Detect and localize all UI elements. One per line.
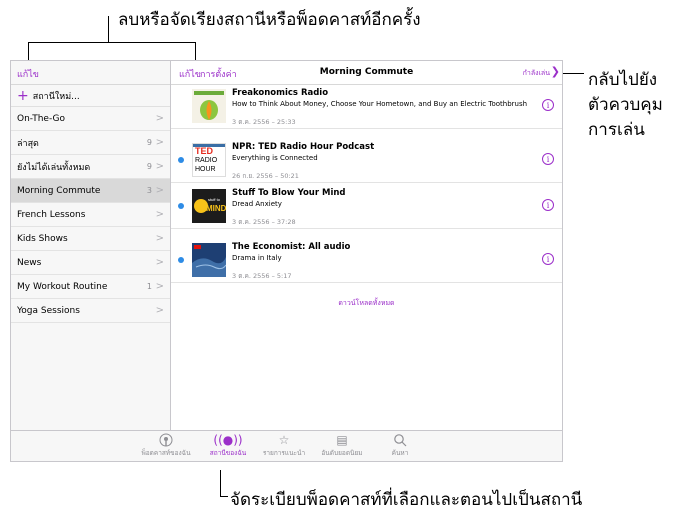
unplayed-dot-icon (178, 157, 184, 163)
episode-subtitle: How to Think About Money, Choose Your Ho… (232, 100, 528, 108)
episode-subtitle: Dread Anxiety (232, 200, 282, 208)
info-icon[interactable]: i (542, 99, 554, 111)
chevron-right-icon: > (155, 137, 164, 148)
search-icon (365, 433, 435, 448)
info-icon[interactable]: i (542, 253, 554, 265)
tab-my-podcasts[interactable]: พ็อดคาสท์ของฉัน (131, 433, 201, 458)
art-text: RADIO (195, 157, 218, 164)
episode-subtitle: Everything is Connected (232, 154, 318, 162)
tab-bar: พ็อดคาสท์ของฉัน ((●)) สถานีของฉัน ☆ รายก… (11, 430, 562, 461)
episode-row[interactable]: The Economist: All audio Drama in Italy … (171, 239, 562, 283)
episode-title: Freakonomics Radio (232, 88, 329, 98)
station-count: 1 (146, 282, 152, 291)
episode-row[interactable]: TED RADIO HOUR NPR: TED Radio Hour Podca… (171, 139, 562, 183)
tab-label: พ็อดคาสท์ของฉัน (141, 449, 191, 457)
chevron-right-icon[interactable]: ❯ (551, 65, 560, 78)
station-label: French Lessons (17, 209, 86, 220)
art-text: HOUR (195, 166, 216, 173)
callout-right-line: การเล่น (588, 120, 645, 140)
station-label: ล่าสุด (17, 138, 39, 149)
new-station-label: สถานีใหม่... (32, 91, 80, 102)
callout-line (220, 470, 221, 496)
callout-line (28, 42, 195, 43)
chevron-right-icon: > (155, 185, 164, 196)
station-item[interactable]: On-The-Go > (11, 107, 170, 131)
stations-sidebar: แก้ไข + สถานีใหม่... On-The-Go > ล่าสุด 9 >… (11, 61, 171, 431)
station-count: 9 (146, 138, 152, 147)
freakonomics-artwork (192, 89, 226, 123)
station-item-selected[interactable]: Morning Commute 3 > (11, 179, 170, 203)
station-count: 3 (146, 186, 152, 195)
chevron-right-icon: > (155, 281, 164, 292)
chevron-right-icon: > (155, 209, 164, 220)
plus-icon: + (17, 87, 29, 104)
info-icon[interactable]: i (542, 153, 554, 165)
episode-date: 26 ก.ย. 2556 – 50:21 (232, 172, 299, 180)
now-playing-button[interactable]: กำลังเล่น (523, 68, 550, 79)
station-item[interactable]: Kids Shows > (11, 227, 170, 251)
callout-right-line: ตัวควบคุม (588, 95, 663, 115)
station-label: My Workout Routine (17, 281, 108, 292)
episode-subtitle: Drama in Italy (232, 254, 282, 262)
sidebar-header: แก้ไข (11, 61, 170, 85)
episode-title: The Economist: All audio (232, 242, 351, 252)
callout-line (108, 16, 109, 42)
callout-edit-reorder: ลบหรือจัดเรียงสถานีหรือพ็อดคาสท์อีกครั้ง (118, 10, 421, 30)
stuff-to-blow-your-mind-artwork: stuff to MIND (192, 189, 226, 223)
podcast-icon (131, 433, 201, 448)
station-label: On-The-Go (17, 113, 66, 124)
station-label: Yoga Sessions (17, 305, 80, 316)
episode-title: NPR: TED Radio Hour Podcast (232, 142, 375, 152)
chevron-right-icon: > (155, 257, 164, 268)
tab-search[interactable]: ค้นหา (365, 433, 435, 458)
episode-row[interactable]: stuff to MIND Stuff To Blow Your Mind Dr… (171, 185, 562, 229)
episode-title: Stuff To Blow Your Mind (232, 188, 346, 198)
ipad-screen: แก้ไข + สถานีใหม่... On-The-Go > ล่าสุด 9 >… (10, 60, 563, 462)
station-item[interactable]: My Workout Routine 1 > (11, 275, 170, 299)
station-label: Kids Shows (17, 233, 68, 244)
episode-date: 3 ต.ค. 2556 – 25:33 (232, 118, 296, 126)
station-count: 9 (146, 162, 152, 171)
chevron-right-icon: > (155, 161, 164, 172)
station-label: News (17, 257, 42, 268)
station-label: Morning Commute (17, 185, 101, 196)
station-label: ยังไม่ได้เล่นทั้งหมด (17, 162, 91, 173)
chevron-right-icon: > (155, 305, 164, 316)
episode-date: 3 ต.ค. 2556 – 5:17 (232, 272, 292, 280)
economist-artwork (192, 243, 226, 277)
info-icon[interactable]: i (542, 199, 554, 211)
callout-line (195, 42, 196, 62)
station-title: Morning Commute (319, 67, 414, 77)
station-item[interactable]: French Lessons > (11, 203, 170, 227)
tab-label: ค้นหา (391, 449, 409, 457)
unplayed-dot-icon (178, 203, 184, 209)
chevron-right-icon: > (155, 113, 164, 124)
callout-line (28, 42, 29, 62)
new-station-button[interactable]: + สถานีใหม่... (11, 85, 170, 107)
download-all-button[interactable]: ดาวน์โหลดทั้งหมด (171, 298, 562, 309)
station-item[interactable]: ยังไม่ได้เล่นทั้งหมด 9 > (11, 155, 170, 179)
station-item[interactable]: News > (11, 251, 170, 275)
chevron-right-icon: > (155, 233, 164, 244)
station-header: แก้ไข การตั้งค่า Morning Commute กำลังเล… (171, 61, 562, 85)
sidebar-edit-button[interactable]: แก้ไข (17, 67, 39, 81)
station-item[interactable]: ล่าสุด 9 > (11, 131, 170, 155)
callout-line (220, 496, 228, 497)
ted-radio-hour-artwork: TED RADIO HOUR (192, 143, 226, 177)
art-text: MIND (206, 204, 226, 213)
unplayed-dot-icon (178, 257, 184, 263)
callout-now-playing: กลับไปยัง ตัวควบคุม การเล่น (588, 68, 663, 143)
episode-date: 3 ต.ค. 2556 – 37:28 (232, 218, 296, 226)
station-item[interactable]: Yoga Sessions > (11, 299, 170, 323)
episode-row[interactable]: Freakonomics Radio How to Think About Mo… (171, 85, 562, 129)
art-text: stuff to (208, 197, 220, 202)
callout-right-line: กลับไปยัง (588, 70, 658, 90)
art-text: TED (195, 146, 213, 156)
callout-stations-tab: จัดระเบียบพ็อดคาสท์ที่เลือกและตอนไปเป็นส… (230, 490, 583, 510)
